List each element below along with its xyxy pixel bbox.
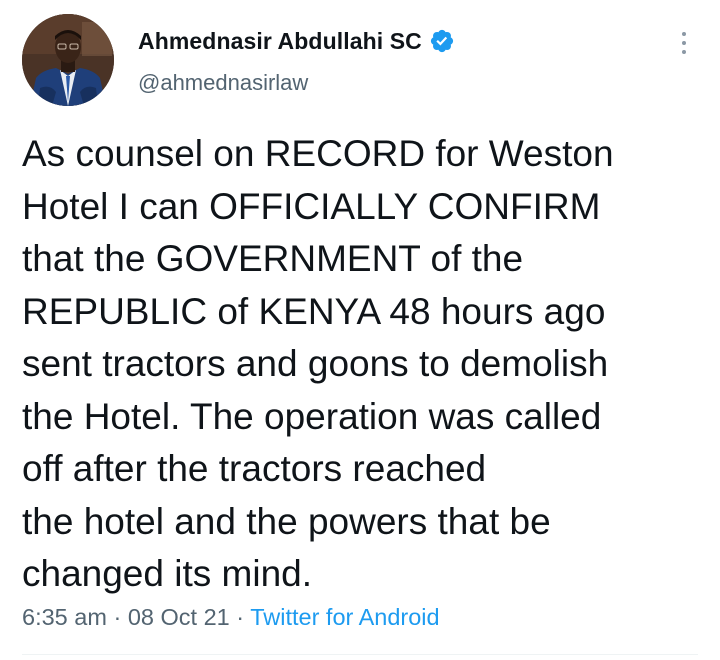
tweet-date[interactable]: 08 Oct 21 (128, 604, 230, 630)
divider (22, 654, 698, 655)
tweet-meta: 6:35 am · 08 Oct 21 · Twitter for Androi… (22, 604, 440, 631)
avatar[interactable] (22, 14, 114, 106)
author-handle[interactable]: @ahmednasirlaw (138, 70, 308, 96)
more-options-icon[interactable] (676, 28, 692, 58)
tweet-text-line: off after the tractors reached (22, 448, 487, 489)
tweet-text-line: Hotel I can OFFICIALLY CONFIRM (22, 185, 601, 227)
display-name[interactable]: Ahmednasir Abdullahi SC (138, 28, 422, 55)
meta-separator: · (236, 604, 245, 630)
tweet-card: Ahmednasir Abdullahi SC @ahmednasirlaw A… (0, 0, 720, 660)
tweet-text-line: the Hotel. The operation was called (22, 395, 602, 437)
tweet-text-line: As counsel on RECORD for Weston (22, 133, 614, 174)
tweet-source-link[interactable]: Twitter for Android (250, 604, 439, 630)
tweet-text: As counsel on RECORD for Weston Hotel I … (22, 128, 712, 601)
author-name-row[interactable]: Ahmednasir Abdullahi SC (138, 26, 455, 56)
meta-separator: · (113, 604, 122, 630)
tweet-text-line: REPUBLIC of KENYA 48 hours ago (22, 290, 606, 332)
tweet-time[interactable]: 6:35 am (22, 604, 107, 630)
tweet-text-line: sent tractors and goons to demolish (22, 343, 609, 384)
tweet-text-line: that the GOVERNMENT of the (22, 238, 524, 279)
tweet-text-line: changed its mind. (22, 553, 313, 594)
profile-photo-icon (22, 14, 114, 106)
verified-badge-icon (429, 28, 455, 54)
tweet-text-line: the hotel and the powers that be (22, 500, 551, 542)
